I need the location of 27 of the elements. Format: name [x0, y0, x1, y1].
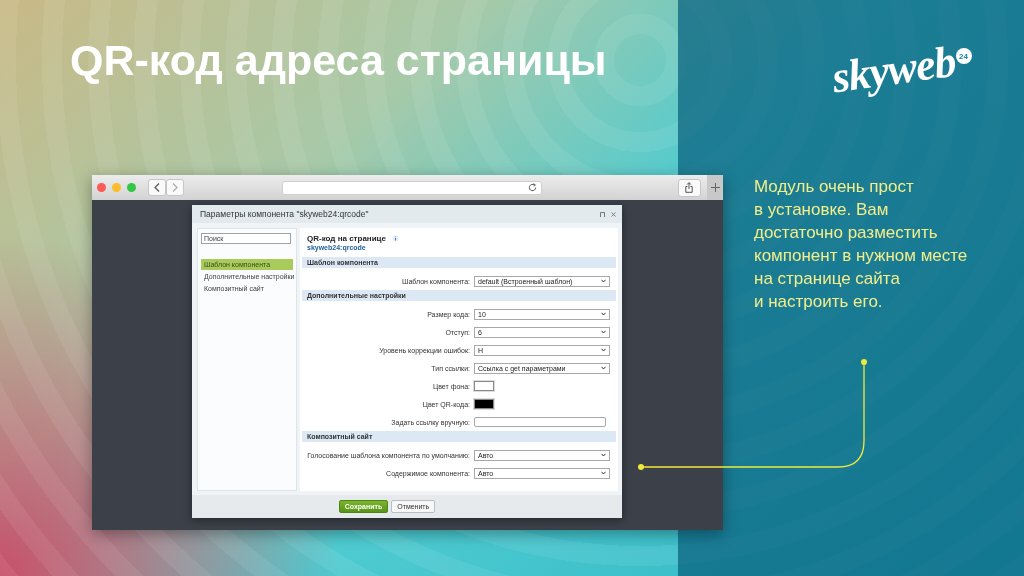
chevron-icon	[601, 471, 606, 475]
back-button[interactable]	[147, 179, 166, 196]
chevron-icon	[601, 366, 606, 370]
reload-icon[interactable]	[527, 183, 537, 192]
forward-icon	[171, 183, 178, 192]
share-button[interactable]	[677, 178, 702, 197]
plus-icon	[710, 183, 720, 192]
new-tab-button[interactable]	[707, 175, 723, 200]
chevron-icon	[601, 330, 606, 334]
input-field[interactable]	[474, 417, 606, 427]
chevron-icon	[601, 453, 606, 457]
window-icon[interactable]	[600, 211, 605, 217]
close-icon[interactable]	[97, 183, 106, 192]
component-heading: QR-код на странице	[307, 234, 386, 243]
slide-title: QR-код адреса страницы	[70, 36, 607, 85]
color-swatch[interactable]	[474, 399, 494, 409]
chevron-icon	[601, 279, 606, 283]
dialog-title: Параметры компонента "skyweb24:qrcode"	[200, 209, 370, 219]
logo-badge: 24	[955, 48, 972, 64]
color-swatch[interactable]	[474, 381, 494, 391]
back-icon	[153, 183, 160, 192]
share-icon	[685, 182, 694, 193]
chevron-icon	[601, 348, 606, 352]
chevron-icon	[601, 312, 606, 316]
close-icon[interactable]	[611, 211, 616, 217]
info-icon[interactable]	[391, 235, 399, 242]
description-text: Модуль очень прост в установке. Вам достаточно разместить компонент в нужном месте на странице сайта и настроить его.	[754, 176, 969, 313]
